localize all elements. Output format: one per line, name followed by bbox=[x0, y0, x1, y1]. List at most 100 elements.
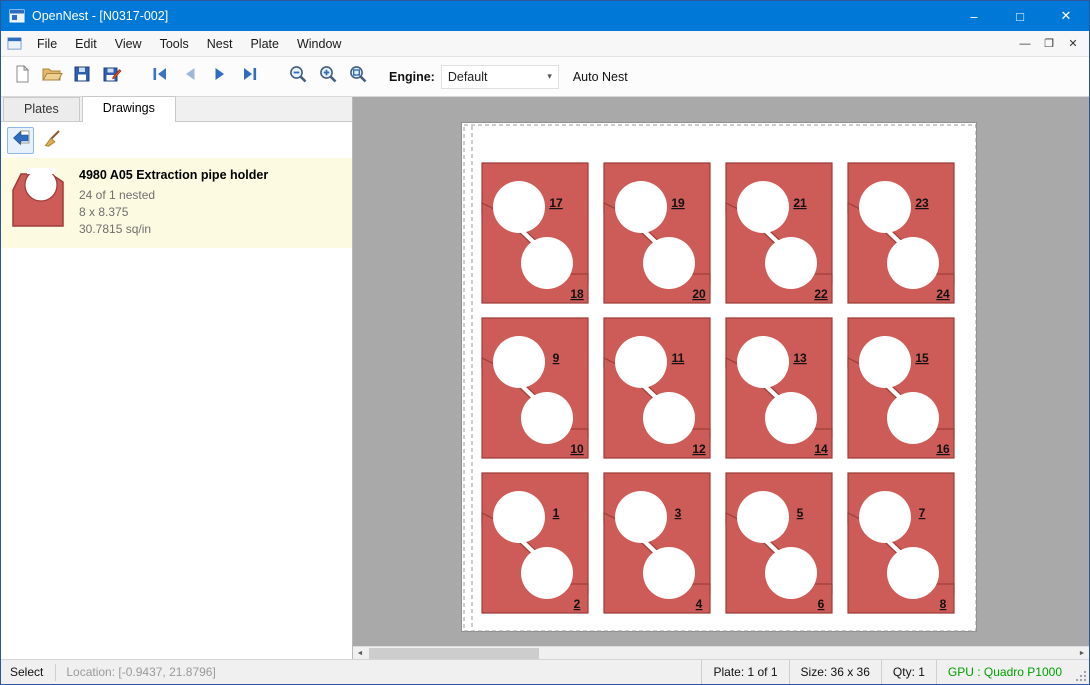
menu-plate[interactable]: Plate bbox=[241, 33, 288, 55]
status-size: Size: 36 x 36 bbox=[789, 660, 881, 684]
horizontal-scrollbar[interactable]: ◄ ► bbox=[353, 646, 1089, 659]
mdi-child-icon bbox=[7, 36, 22, 51]
opennest-window: OpenNest - [N0317-002] – □ ✕ File Edit V… bbox=[0, 0, 1090, 685]
part-label: 18 bbox=[570, 287, 584, 301]
menu-edit[interactable]: Edit bbox=[66, 33, 106, 55]
tab-drawings[interactable]: Drawings bbox=[82, 96, 176, 122]
nest-tile[interactable]: 1516 bbox=[848, 318, 954, 458]
pipe-hole bbox=[643, 547, 695, 599]
mdi-minimize-button[interactable]: — bbox=[1013, 33, 1037, 55]
nest-viewport[interactable]: 171819202122232491011121314151612345678 … bbox=[353, 97, 1089, 659]
drawing-list-item[interactable]: 4980 A05 Extraction pipe holder 24 of 1 … bbox=[1, 158, 352, 248]
save-as-button[interactable] bbox=[97, 62, 127, 92]
status-mode: Select bbox=[1, 665, 55, 679]
part-label: 23 bbox=[915, 196, 929, 210]
drawings-toolbar bbox=[1, 122, 352, 158]
replace-drawing-button[interactable] bbox=[7, 127, 34, 154]
resize-grip[interactable] bbox=[1073, 660, 1089, 684]
minimize-button[interactable]: – bbox=[951, 1, 997, 31]
title-bar: OpenNest - [N0317-002] – □ ✕ bbox=[1, 1, 1089, 31]
open-button[interactable] bbox=[37, 62, 67, 92]
save-edit-icon bbox=[102, 64, 122, 89]
drawing-dimensions: 8 x 8.375 bbox=[79, 204, 268, 221]
sidebar-tabstrip: Plates Drawings bbox=[1, 97, 352, 122]
part-label: 10 bbox=[570, 442, 584, 456]
zoom-fit-icon bbox=[348, 64, 369, 90]
nest-tile[interactable]: 23 24 bbox=[848, 163, 954, 303]
menu-window[interactable]: Window bbox=[288, 33, 350, 55]
window-title: OpenNest - [N0317-002] bbox=[32, 9, 168, 23]
zoom-in-icon bbox=[318, 64, 339, 90]
pipe-hole bbox=[887, 392, 939, 444]
pipe-hole bbox=[615, 491, 667, 543]
part-label: 9 bbox=[553, 351, 560, 365]
zoom-fit-button[interactable] bbox=[343, 62, 373, 92]
open-folder-icon bbox=[41, 64, 63, 89]
nest-tile[interactable]: 78 bbox=[848, 473, 954, 613]
part-label: 15 bbox=[915, 351, 929, 365]
new-button[interactable] bbox=[7, 62, 37, 92]
menu-bar: File Edit View Tools Nest Plate Window —… bbox=[1, 31, 1089, 57]
nest-tile[interactable]: 1314 bbox=[726, 318, 832, 458]
save-button[interactable] bbox=[67, 62, 97, 92]
nest-tile[interactable]: 2122 bbox=[726, 163, 832, 303]
menu-view[interactable]: View bbox=[106, 33, 151, 55]
nest-tile[interactable]: 9 10 bbox=[482, 318, 588, 458]
clean-button[interactable] bbox=[38, 127, 65, 154]
drawing-title: 4980 A05 Extraction pipe holder bbox=[79, 168, 268, 182]
mdi-close-button[interactable]: ✕ bbox=[1061, 33, 1085, 55]
pipe-hole bbox=[737, 181, 789, 233]
part-label: 7 bbox=[919, 506, 926, 520]
main-toolbar: Engine: Default ▾ Auto Nest bbox=[1, 57, 1089, 97]
nest-tile[interactable]: 1718 bbox=[482, 163, 588, 303]
zoom-in-button[interactable] bbox=[313, 62, 343, 92]
nest-tile[interactable]: 1112 bbox=[604, 318, 710, 458]
scroll-left-icon[interactable]: ◄ bbox=[353, 647, 367, 660]
pipe-hole bbox=[643, 237, 695, 289]
nest-tile[interactable]: 1920 bbox=[604, 163, 710, 303]
chevron-down-icon: ▾ bbox=[547, 71, 552, 82]
prev-plate-button[interactable] bbox=[175, 62, 205, 92]
pipe-hole bbox=[521, 237, 573, 289]
nest-tile[interactable]: 56 bbox=[726, 473, 832, 613]
tab-plates[interactable]: Plates bbox=[3, 97, 80, 121]
menu-tools[interactable]: Tools bbox=[151, 33, 198, 55]
engine-select[interactable]: Default ▾ bbox=[441, 65, 559, 89]
pipe-hole bbox=[643, 392, 695, 444]
nest-tile[interactable]: 34 bbox=[604, 473, 710, 613]
first-plate-button[interactable] bbox=[145, 62, 175, 92]
left-arrow-icon bbox=[11, 128, 31, 153]
part-label: 12 bbox=[692, 442, 706, 456]
part-label: 17 bbox=[549, 196, 563, 210]
pipe-hole bbox=[765, 237, 817, 289]
menu-file[interactable]: File bbox=[28, 33, 66, 55]
new-file-icon bbox=[12, 64, 32, 89]
mdi-restore-button[interactable]: ❐ bbox=[1037, 33, 1061, 55]
engine-value: Default bbox=[448, 70, 488, 84]
last-plate-button[interactable] bbox=[235, 62, 265, 92]
pipe-hole bbox=[887, 237, 939, 289]
scroll-right-icon[interactable]: ► bbox=[1075, 647, 1089, 660]
scrollbar-thumb[interactable] bbox=[369, 648, 539, 659]
plate[interactable]: 171819202122232491011121314151612345678 bbox=[461, 122, 977, 632]
nest-canvas[interactable]: 171819202122232491011121314151612345678 bbox=[462, 123, 978, 633]
part-label: 4 bbox=[696, 597, 703, 611]
pipe-hole bbox=[493, 181, 545, 233]
auto-nest-button[interactable]: Auto Nest bbox=[573, 70, 628, 84]
next-plate-button[interactable] bbox=[205, 62, 235, 92]
maximize-button[interactable]: □ bbox=[997, 1, 1043, 31]
pipe-hole bbox=[737, 336, 789, 388]
nest-tile[interactable]: 12 bbox=[482, 473, 588, 613]
close-button[interactable]: ✕ bbox=[1043, 1, 1089, 31]
part-label: 24 bbox=[936, 287, 950, 301]
sidebar: Plates Drawings bbox=[1, 97, 353, 659]
part-label: 19 bbox=[671, 196, 685, 210]
last-arrow-icon bbox=[240, 64, 260, 89]
menu-nest[interactable]: Nest bbox=[198, 33, 242, 55]
part-label: 13 bbox=[793, 351, 807, 365]
zoom-out-button[interactable] bbox=[283, 62, 313, 92]
prev-arrow-icon bbox=[180, 64, 200, 89]
part-label: 6 bbox=[818, 597, 825, 611]
part-label: 20 bbox=[692, 287, 706, 301]
part-label: 2 bbox=[574, 597, 581, 611]
